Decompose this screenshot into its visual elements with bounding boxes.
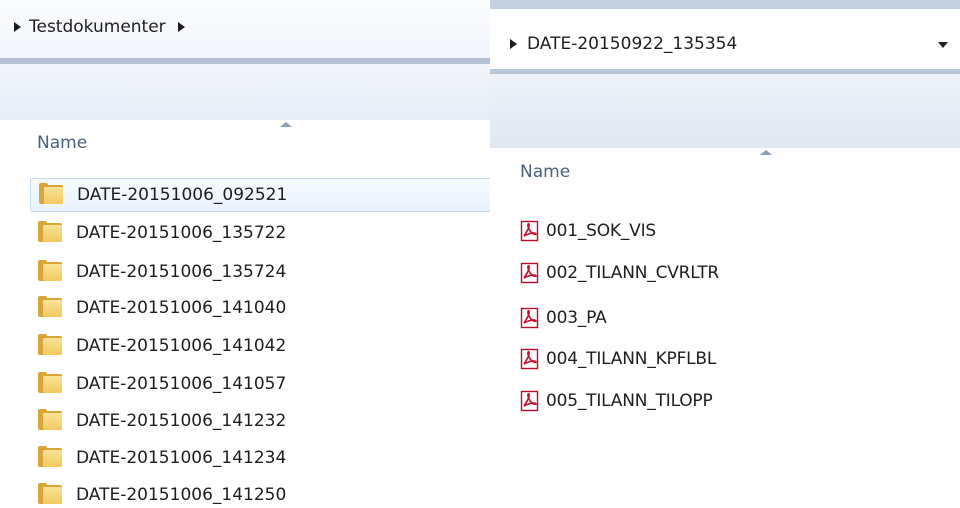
breadcrumb-testdokumenter[interactable]: Testdokumenter <box>29 17 166 37</box>
right-command-bar <box>490 74 960 148</box>
breadcrumb-date-folder[interactable]: DATE-20150922_135354 <box>527 34 737 54</box>
folder-row[interactable]: DATE-20151006_141250 <box>30 478 490 508</box>
folder-row[interactable]: DATE-20151006_092521 <box>30 178 490 212</box>
right-breadcrumb[interactable]: DATE-20150922_135354 <box>510 33 737 55</box>
folder-name: DATE-20151006_141040 <box>76 298 287 318</box>
name-column-header[interactable]: Name <box>37 133 87 153</box>
left-explorer-pane: Testdokumenter Name DATE-20151006_092521… <box>0 0 490 508</box>
folder-icon <box>38 334 64 356</box>
folder-name: DATE-20151006_141232 <box>76 411 287 431</box>
pdf-icon <box>520 262 539 284</box>
folder-icon <box>38 483 64 505</box>
folder-icon <box>38 296 64 318</box>
file-row[interactable]: 003_PA <box>520 303 940 333</box>
pdf-icon <box>520 307 539 329</box>
folder-row[interactable]: DATE-20151006_141057 <box>30 367 490 401</box>
file-row[interactable]: 004_TILANN_KPFLBL <box>520 344 940 374</box>
folder-row[interactable]: DATE-20151006_135724 <box>30 255 490 289</box>
folder-row[interactable]: DATE-20151006_141232 <box>30 404 490 438</box>
pdf-icon <box>520 220 539 242</box>
folder-name: DATE-20151006_135722 <box>76 223 287 243</box>
file-row[interactable]: 002_TILANN_CVRLTR <box>520 258 940 288</box>
folder-icon <box>38 221 64 243</box>
left-address-bar[interactable]: Testdokumenter <box>0 0 490 60</box>
folder-name: DATE-20151006_135724 <box>76 262 287 282</box>
right-column-header[interactable]: Name <box>490 148 960 190</box>
folder-row[interactable]: DATE-20151006_141234 <box>30 441 490 475</box>
sort-ascending-icon <box>280 122 292 127</box>
folder-row[interactable]: DATE-20151006_141042 <box>30 329 490 363</box>
folder-icon <box>38 446 64 468</box>
file-name: 005_TILANN_TILOPP <box>546 391 713 411</box>
pdf-icon <box>520 390 539 412</box>
file-name: 002_TILANN_CVRLTR <box>546 263 720 283</box>
right-address-bar[interactable]: DATE-20150922_135354 <box>490 9 960 71</box>
folder-row[interactable]: DATE-20151006_135722 <box>30 216 490 250</box>
sort-ascending-icon <box>760 150 772 155</box>
left-command-bar <box>0 64 490 120</box>
file-name: 001_SOK_VIS <box>546 221 657 241</box>
pdf-icon <box>520 348 539 370</box>
file-name: 004_TILANN_KPFLBL <box>546 349 717 369</box>
folder-icon <box>38 372 64 394</box>
window-frame <box>490 0 960 9</box>
folder-name: DATE-20151006_092521 <box>77 185 288 205</box>
folder-name: DATE-20151006_141234 <box>76 448 287 468</box>
folder-name: DATE-20151006_141057 <box>76 374 287 394</box>
left-breadcrumb[interactable]: Testdokumenter <box>14 16 193 38</box>
left-column-header[interactable]: Name <box>0 120 490 164</box>
folder-icon <box>38 409 64 431</box>
name-column-header[interactable]: Name <box>520 162 570 182</box>
folder-icon <box>38 260 64 282</box>
file-row[interactable]: 001_SOK_VIS <box>520 216 940 246</box>
folder-name: DATE-20151006_141042 <box>76 336 287 356</box>
file-name: 003_PA <box>546 308 607 328</box>
right-explorer-pane: DATE-20150922_135354 Name 001_SOK_VIS 00… <box>490 0 960 430</box>
address-dropdown-icon[interactable] <box>938 42 948 48</box>
breadcrumb-arrow-icon[interactable] <box>14 22 21 32</box>
breadcrumb-arrow-icon[interactable] <box>177 22 185 32</box>
folder-icon <box>39 183 65 205</box>
folder-name: DATE-20151006_141250 <box>76 485 287 505</box>
folder-row[interactable]: DATE-20151006_141040 <box>30 291 490 325</box>
breadcrumb-arrow-icon[interactable] <box>510 39 517 49</box>
file-row[interactable]: 005_TILANN_TILOPP <box>520 386 940 416</box>
